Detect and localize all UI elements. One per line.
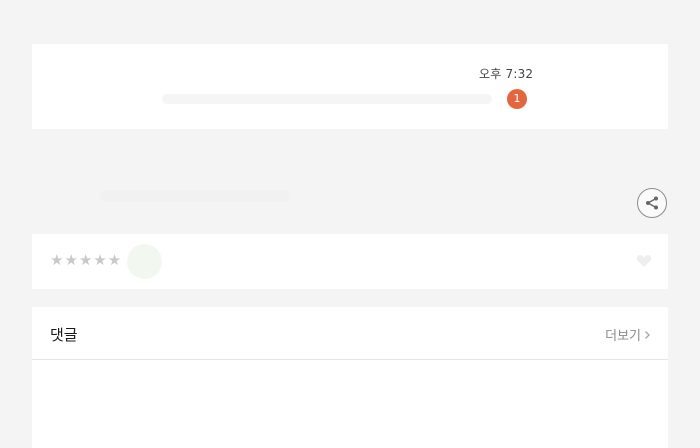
like-button[interactable] [582,248,652,274]
chevron-right-icon [645,330,650,339]
share-button[interactable] [637,188,667,218]
message-card[interactable]: 오후 7:32 1 [32,44,668,129]
comments-card: 댓글 더보기 [32,307,668,448]
rating-card: ★★★★★ [32,234,668,289]
comments-title: 댓글 [50,326,78,344]
message-preview-placeholder [162,94,492,104]
rating-badge-placeholder [127,244,162,279]
share-icon [646,196,658,210]
comments-more-label: 더보기 [605,329,641,344]
message-time: 오후 7:32 [479,67,534,81]
comments-header: 댓글 더보기 [32,307,668,360]
post-title-placeholder [100,190,290,202]
unread-badge: 1 [507,89,527,109]
heart-icon [636,255,652,267]
comments-more-link[interactable]: 더보기 [605,325,651,344]
rating-stars[interactable]: ★★★★★ [50,251,122,269]
